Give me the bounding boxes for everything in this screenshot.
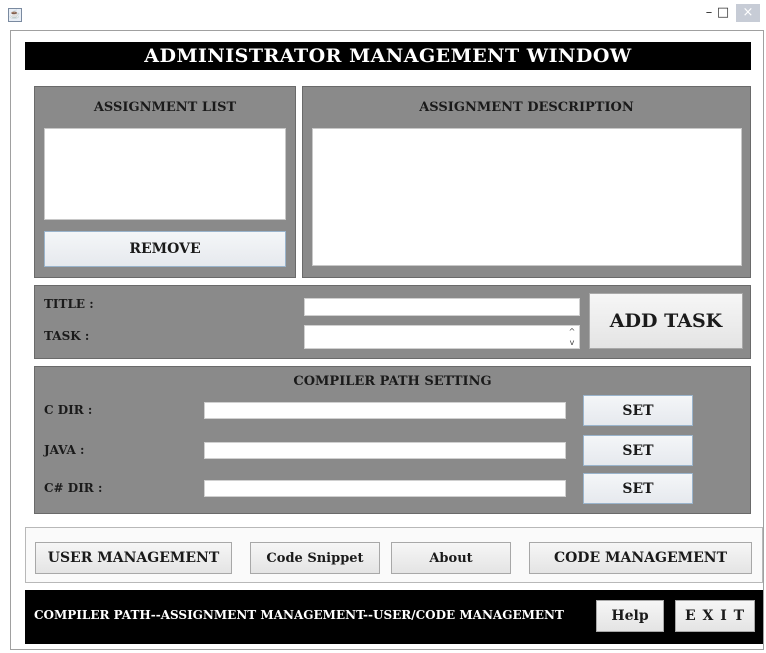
csharp-dir-set-button[interactable]: SET bbox=[583, 473, 693, 504]
spinner-up-icon[interactable]: ^ bbox=[566, 326, 578, 337]
exit-button[interactable]: E X I T bbox=[675, 600, 755, 632]
about-button[interactable]: About bbox=[391, 542, 511, 574]
java-set-button[interactable]: SET bbox=[583, 435, 693, 466]
title-input[interactable] bbox=[304, 298, 580, 316]
java-label: JAVA : bbox=[44, 443, 85, 457]
assignment-list-box[interactable] bbox=[44, 128, 286, 220]
maximize-button[interactable]: □ bbox=[712, 4, 734, 22]
c-dir-set-button[interactable]: SET bbox=[583, 395, 693, 426]
csharp-dir-label: C# DIR : bbox=[44, 481, 103, 495]
code-snippet-button[interactable]: Code Snippet bbox=[250, 542, 380, 574]
add-task-button[interactable]: ADD TASK bbox=[589, 293, 743, 349]
close-window-button[interactable]: × bbox=[736, 4, 760, 22]
java-input[interactable] bbox=[204, 442, 566, 459]
remove-button[interactable]: REMOVE bbox=[44, 231, 286, 267]
page-title: ADMINISTRATOR MANAGEMENT WINDOW bbox=[25, 42, 751, 70]
task-input[interactable] bbox=[304, 325, 580, 349]
title-label: TITLE : bbox=[44, 297, 94, 311]
code-management-button[interactable]: CODE MANAGEMENT bbox=[529, 542, 752, 574]
assignment-description-box[interactable] bbox=[312, 128, 742, 266]
task-spinner[interactable]: ^ v bbox=[566, 326, 578, 348]
c-dir-label: C DIR : bbox=[44, 403, 93, 417]
assignment-description-label: ASSIGNMENT DESCRIPTION bbox=[419, 100, 634, 115]
c-dir-input[interactable] bbox=[204, 402, 566, 419]
java-cup-icon: ☕ bbox=[8, 8, 22, 22]
assignment-list-label: ASSIGNMENT LIST bbox=[93, 100, 237, 115]
task-label: TASK : bbox=[44, 329, 90, 343]
compiler-path-heading: COMPILER PATH SETTING bbox=[293, 374, 492, 389]
help-button[interactable]: Help bbox=[596, 600, 664, 632]
spinner-down-icon[interactable]: v bbox=[566, 337, 578, 348]
csharp-dir-input[interactable] bbox=[204, 480, 566, 497]
title-bar bbox=[0, 0, 766, 30]
footer-status-text: COMPILER PATH--ASSIGNMENT MANAGEMENT--US… bbox=[34, 608, 564, 622]
user-management-button[interactable]: USER MANAGEMENT bbox=[35, 542, 232, 574]
